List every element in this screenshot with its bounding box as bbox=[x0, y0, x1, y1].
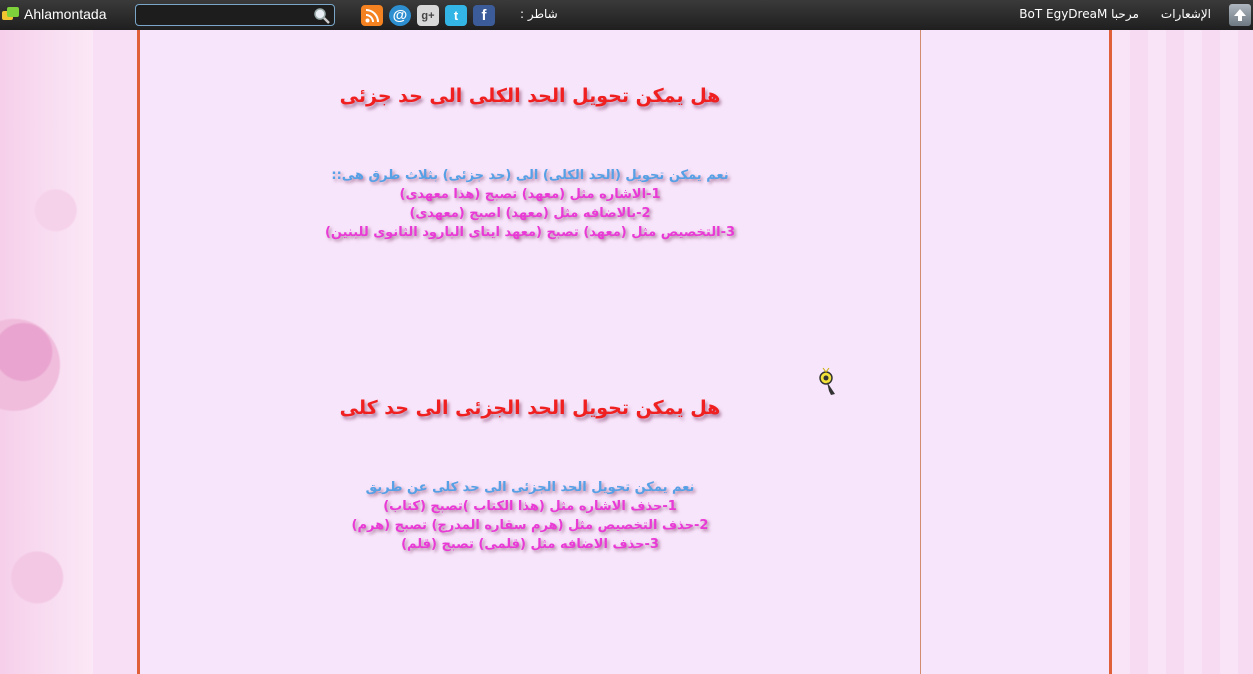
brand-label: Ahlamontada bbox=[24, 6, 107, 22]
notifications-link[interactable]: الإشعارات bbox=[1161, 7, 1211, 21]
search-box[interactable] bbox=[135, 4, 335, 26]
google-plus-icon[interactable]: g+ bbox=[417, 5, 439, 26]
decorative-background-left bbox=[0, 30, 93, 674]
top-toolbar: Ahlamontada @ g+ t f شاطر : الإشعارات مر… bbox=[0, 0, 1253, 30]
email-icon[interactable]: @ bbox=[389, 5, 411, 26]
rss-icon[interactable] bbox=[361, 5, 383, 26]
chat-bubbles-icon bbox=[2, 6, 20, 22]
username-link[interactable]: BoT EgyDreaM bbox=[1019, 7, 1107, 21]
brand-link[interactable]: Ahlamontada bbox=[2, 6, 107, 22]
post-line: 3-التخصيص مثل (معهد) تصبح (معهد ايتاى ال… bbox=[324, 225, 736, 240]
post-section-1: هل يمكن تحويل الحد الكلى الى حد جزئى نعم… bbox=[140, 85, 920, 244]
greeting-label: مرحبا bbox=[1111, 7, 1139, 21]
arrow-up-icon bbox=[1234, 9, 1246, 21]
greeting-text: مرحبا BoT EgyDreaM bbox=[1019, 7, 1139, 21]
search-input[interactable] bbox=[140, 7, 314, 25]
post-heading: هل يمكن تحويل الحد الجزئى الى حد كلى bbox=[339, 397, 721, 419]
post-heading: هل يمكن تحويل الحد الكلى الى حد جزئى bbox=[339, 85, 721, 107]
social-links: @ g+ t f bbox=[361, 5, 495, 26]
post-content: هل يمكن تحويل الحد الكلى الى حد جزئى نعم… bbox=[140, 30, 921, 674]
facebook-icon[interactable]: f bbox=[473, 5, 495, 26]
share-label: شاطر : bbox=[520, 7, 558, 21]
side-column bbox=[921, 30, 1109, 674]
background-strip-left bbox=[93, 30, 137, 674]
post-section-2: هل يمكن تحويل الحد الجزئى الى حد كلى نعم… bbox=[140, 397, 920, 556]
post-line: 3-حذف الاضافه مثل (قلمى) تصبح (قلم) bbox=[401, 537, 659, 552]
frame-border-right bbox=[1109, 30, 1112, 674]
mouse-cursor-icon bbox=[819, 367, 835, 395]
twitter-icon[interactable]: t bbox=[445, 5, 467, 26]
user-nav: الإشعارات مرحبا BoT EgyDreaM bbox=[1019, 7, 1211, 21]
home-button[interactable] bbox=[1229, 4, 1251, 26]
search-icon[interactable] bbox=[313, 7, 330, 24]
decorative-background-right bbox=[1112, 30, 1253, 674]
